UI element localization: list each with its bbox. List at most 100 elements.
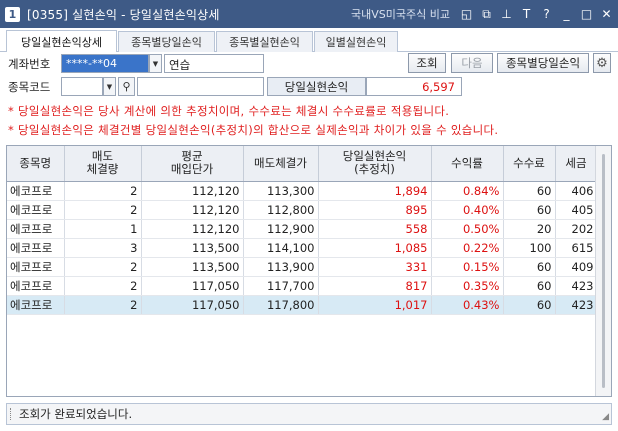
cell-return-rate: 0.84% (431, 181, 504, 201)
cell-avg-buy-price: 112,120 (141, 219, 244, 239)
settings-button[interactable]: ⚙ (593, 53, 611, 73)
notice-line-1: * 당일실현손익은 당사 계산에 의한 추정치이며, 수수료는 체결시 수수료률… (8, 104, 450, 118)
cell-tax: 409 (555, 257, 598, 277)
cell-sell-qty: 2 (64, 257, 142, 277)
column-header-avg-buy-price[interactable]: 평균 매입단가 (141, 146, 244, 182)
resize-grip-icon[interactable]: ◢ (602, 412, 609, 422)
cell-avg-buy-price: 112,120 (141, 200, 244, 220)
chevron-down-icon: ▼ (106, 82, 113, 91)
table-row[interactable]: 에코프로 1 112,120 112,900 558 0.50% 20 202 (7, 219, 598, 239)
table-header-row: 종목명 매도 체결량 평균 매입단가 매도체결가 당일실현손익 (추정치) 수익률 수… (7, 146, 598, 182)
cell-sell-price: 113,900 (243, 257, 319, 277)
daily-pl-label: 당일실현손익 (267, 77, 366, 96)
table-row[interactable]: 에코프로 2 117,050 117,700 817 0.35% 60 423 (7, 276, 598, 296)
cell-sell-price: 117,800 (243, 295, 319, 315)
cell-daily-pl: 1,017 (318, 295, 432, 315)
pin-icon[interactable]: ⊥ (499, 7, 514, 22)
compare-link[interactable]: 국내VS미국주식 비교 (351, 6, 450, 22)
cell-daily-pl: 1,085 (318, 238, 432, 258)
search-button[interactable]: 조회 (408, 53, 446, 73)
realized-pl-table: 종목명 매도 체결량 평균 매입단가 매도체결가 당일실현손익 (추정치) 수익률 수… (6, 145, 612, 397)
status-bar: 조회가 완료되었습니다. ◢ (6, 403, 612, 425)
table-row[interactable]: 에코프로 2 113,500 113,900 331 0.15% 60 409 (7, 257, 598, 277)
account-dropdown-button[interactable]: ▼ (149, 54, 162, 73)
cell-sell-price: 112,800 (243, 200, 319, 220)
cell-stock-name: 에코프로 (7, 257, 65, 277)
stock-code-input[interactable] (61, 77, 103, 96)
cell-daily-pl: 895 (318, 200, 432, 220)
account-label: 계좌번호 (8, 57, 51, 71)
column-header-tax[interactable]: 세금 (555, 146, 598, 182)
cell-sell-qty: 2 (64, 295, 142, 315)
cell-avg-buy-price: 117,050 (141, 276, 244, 296)
help-icon[interactable]: ? (539, 7, 554, 22)
maximize-icon[interactable]: □ (579, 7, 594, 22)
title-controls: 국내VS미국주식 비교 ◱ ⧉ ⊥ T ? _ □ ✕ (351, 0, 614, 28)
table-row[interactable]: 에코프로 2 112,120 112,800 895 0.40% 60 405 (7, 200, 598, 220)
cell-avg-buy-price: 113,500 (141, 257, 244, 277)
account-input[interactable]: ****-**04 (61, 54, 149, 73)
tab-realized-by-stock[interactable]: 종목별실현손익 (216, 31, 313, 52)
cell-stock-name: 에코프로 (7, 200, 65, 220)
minimize-icon[interactable]: _ (559, 7, 574, 22)
cell-tax: 202 (555, 219, 598, 239)
cell-commission: 60 (503, 276, 556, 296)
cell-commission: 60 (503, 181, 556, 201)
copy-icon[interactable]: ⧉ (479, 7, 494, 22)
cell-stock-name: 에코프로 (7, 295, 65, 315)
vertical-scrollbar[interactable] (595, 146, 611, 396)
column-header-return-rate[interactable]: 수익률 (431, 146, 504, 182)
daily-by-stock-button[interactable]: 종목별당일손익 (497, 53, 589, 73)
cell-sell-price: 117,700 (243, 276, 319, 296)
cell-tax: 423 (555, 295, 598, 315)
column-header-commission[interactable]: 수수료 (503, 146, 556, 182)
stock-code-dropdown-button[interactable]: ▼ (103, 77, 116, 96)
cell-sell-qty: 1 (64, 219, 142, 239)
table-row-selected[interactable]: 에코프로 2 117,050 117,800 1,017 0.43% 60 42… (7, 295, 598, 315)
cell-tax: 615 (555, 238, 598, 258)
cell-stock-name: 에코프로 (7, 238, 65, 258)
font-icon[interactable]: T (519, 7, 534, 22)
scrollbar-thumb[interactable] (602, 154, 605, 388)
cell-commission: 60 (503, 200, 556, 220)
grip-icon (10, 408, 14, 420)
cell-sell-qty: 2 (64, 200, 142, 220)
cell-stock-name: 에코프로 (7, 276, 65, 296)
cell-return-rate: 0.40% (431, 200, 504, 220)
stock-name-field (137, 77, 264, 96)
cell-sell-price: 113,300 (243, 181, 319, 201)
column-header-sell-qty[interactable]: 매도 체결량 (64, 146, 142, 182)
tab-daily-realized[interactable]: 일별실현손익 (314, 31, 398, 52)
cell-tax: 406 (555, 181, 598, 201)
window-title: [0355] 실현손익 - 당일실현손익상세 (27, 7, 220, 22)
cell-avg-buy-price: 113,500 (141, 238, 244, 258)
cell-daily-pl: 331 (318, 257, 432, 277)
cell-return-rate: 0.15% (431, 257, 504, 277)
close-icon[interactable]: ✕ (599, 7, 614, 22)
cell-sell-price: 114,100 (243, 238, 319, 258)
stock-code-label: 종목코드 (8, 80, 51, 94)
cell-commission: 100 (503, 238, 556, 258)
tab-daily-by-stock[interactable]: 종목별당일손익 (118, 31, 215, 52)
window-number-badge: 1 (5, 6, 20, 22)
table-row[interactable]: 에코프로 3 113,500 114,100 1,085 0.22% 100 6… (7, 238, 598, 258)
window-icon[interactable]: ◱ (459, 7, 474, 22)
cell-avg-buy-price: 112,120 (141, 181, 244, 201)
tab-daily-realized-detail[interactable]: 당일실현손익상세 (6, 30, 117, 52)
stock-search-button[interactable]: ⚲ (118, 77, 135, 96)
next-button[interactable]: 다음 (451, 53, 493, 73)
cell-commission: 60 (503, 295, 556, 315)
table-row[interactable]: 에코프로 2 112,120 113,300 1,894 0.84% 60 40… (7, 181, 598, 201)
notice-line-2: * 당일실현손익은 체결건별 당일실현손익(추정치)의 합산으로 실제손익과 차… (8, 123, 499, 137)
cell-daily-pl: 817 (318, 276, 432, 296)
cell-tax: 405 (555, 200, 598, 220)
column-header-sell-price[interactable]: 매도체결가 (243, 146, 319, 182)
cell-tax: 423 (555, 276, 598, 296)
column-header-daily-pl[interactable]: 당일실현손익 (추정치) (318, 146, 432, 182)
cell-commission: 60 (503, 257, 556, 277)
cell-sell-qty: 3 (64, 238, 142, 258)
cell-sell-qty: 2 (64, 181, 142, 201)
cell-stock-name: 에코프로 (7, 219, 65, 239)
column-header-stock-name[interactable]: 종목명 (7, 146, 65, 182)
cell-return-rate: 0.22% (431, 238, 504, 258)
